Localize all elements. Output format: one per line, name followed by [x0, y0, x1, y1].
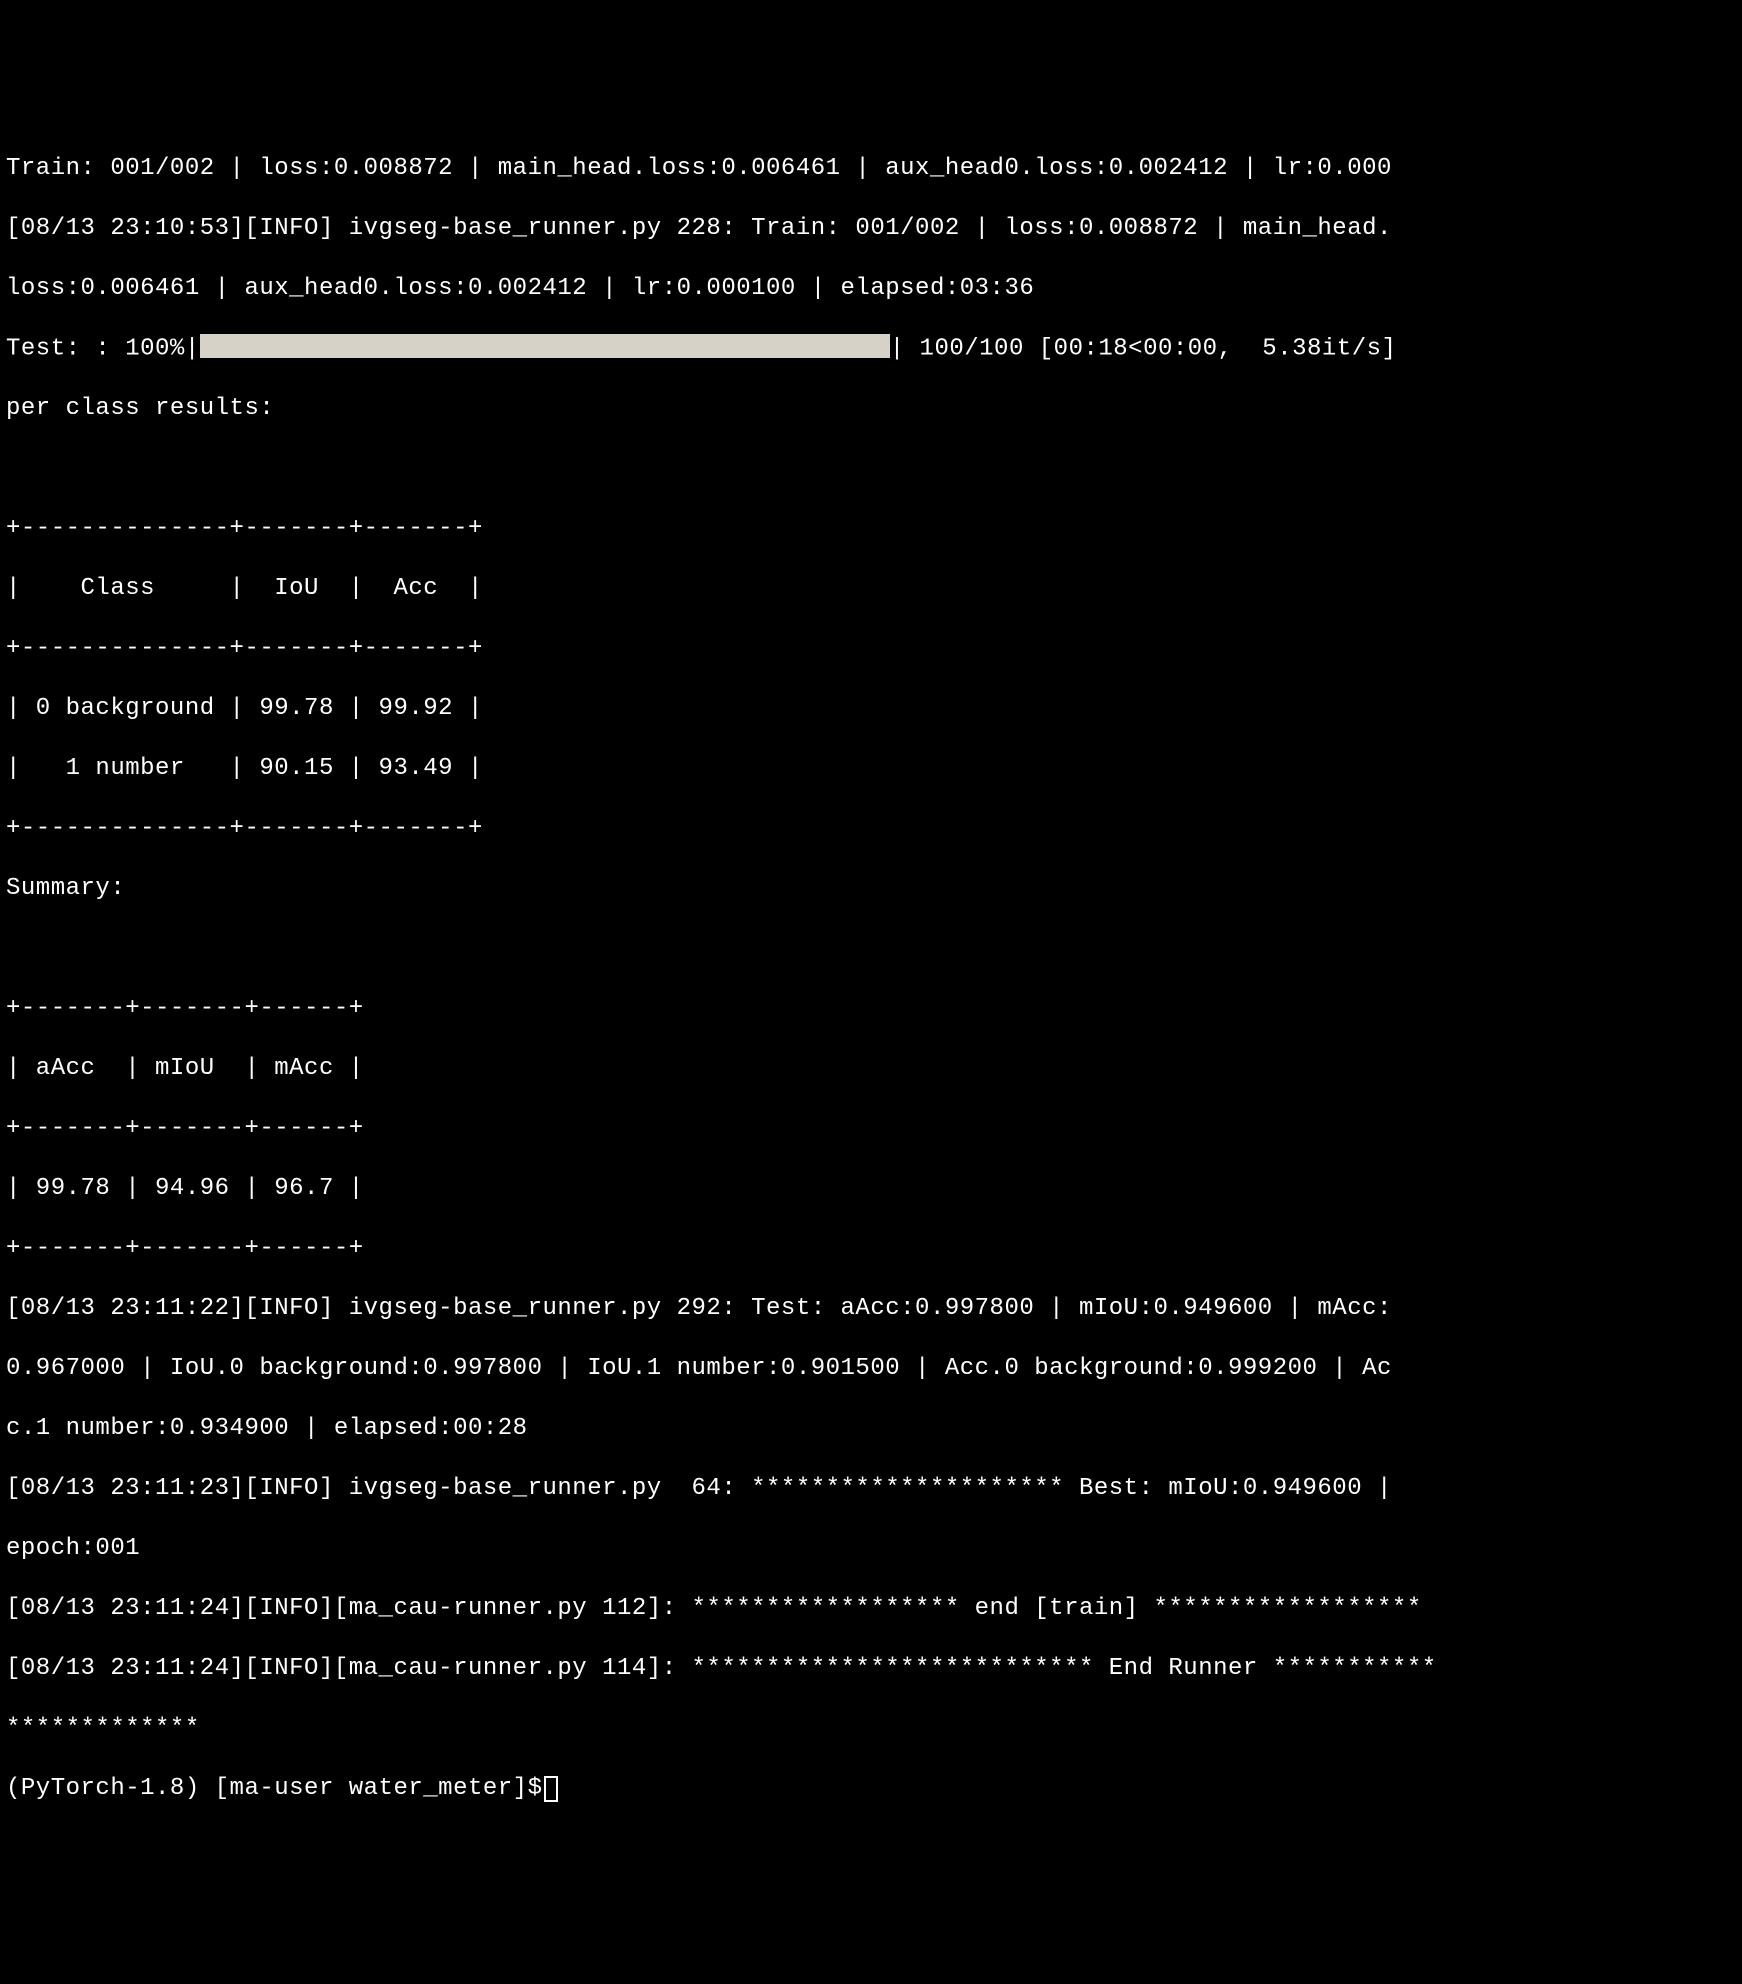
- table1-row1: | 0 background | 99.78 | 99.92 |: [6, 694, 1736, 724]
- log-line-end-train: [08/13 23:11:24][INFO][ma_cau-runner.py …: [6, 1594, 1736, 1624]
- log-line-info-train: [08/13 23:10:53][INFO] ivgseg-base_runne…: [6, 214, 1736, 244]
- cursor[interactable]: [544, 1776, 558, 1802]
- table2-row1: | 99.78 | 94.96 | 96.7 |: [6, 1174, 1736, 1204]
- table1-border-top: +--------------+-------+-------+: [6, 514, 1736, 544]
- blank-line-2: [6, 934, 1736, 964]
- progress-bar: [200, 334, 890, 358]
- progress-suffix: | 100/100 [00:18<00:00, 5.38it/s]: [890, 335, 1397, 362]
- table2-border-bottom: +-------+-------+------+: [6, 1234, 1736, 1264]
- log-line-test-info-cont1: 0.967000 | IoU.0 background:0.997800 | I…: [6, 1354, 1736, 1384]
- log-line-test-info: [08/13 23:11:22][INFO] ivgseg-base_runne…: [6, 1294, 1736, 1324]
- log-line-best: [08/13 23:11:23][INFO] ivgseg-base_runne…: [6, 1474, 1736, 1504]
- log-line-test-info-cont2: c.1 number:0.934900 | elapsed:00:28: [6, 1414, 1736, 1444]
- log-line-end-runner-cont: *************: [6, 1714, 1736, 1744]
- per-class-label: per class results:: [6, 394, 1736, 424]
- log-line-info-train-cont: loss:0.006461 | aux_head0.loss:0.002412 …: [6, 274, 1736, 304]
- shell-prompt: (PyTorch-1.8) [ma-user water_meter]$: [6, 1775, 542, 1802]
- log-line-end-runner: [08/13 23:11:24][INFO][ma_cau-runner.py …: [6, 1654, 1736, 1684]
- summary-label: Summary:: [6, 874, 1736, 904]
- progress-prefix: Test: : 100%|: [6, 335, 200, 362]
- table1-border-bottom: +--------------+-------+-------+: [6, 814, 1736, 844]
- terminal-output[interactable]: Train: 001/002 | loss:0.008872 | main_he…: [6, 124, 1736, 1834]
- table1-header: | Class | IoU | Acc |: [6, 574, 1736, 604]
- log-line-train: Train: 001/002 | loss:0.008872 | main_he…: [6, 154, 1736, 184]
- prompt-line: (PyTorch-1.8) [ma-user water_meter]$: [6, 1774, 1736, 1804]
- blank-line: [6, 454, 1736, 484]
- log-line-best-cont: epoch:001: [6, 1534, 1736, 1564]
- table2-border-mid: +-------+-------+------+: [6, 1114, 1736, 1144]
- table2-header: | aAcc | mIoU | mAcc |: [6, 1054, 1736, 1084]
- progress-line: Test: : 100%| | 100/100 [00:18<00:00, 5.3…: [6, 334, 1736, 364]
- table1-border-mid: +--------------+-------+-------+: [6, 634, 1736, 664]
- table1-row2: | 1 number | 90.15 | 93.49 |: [6, 754, 1736, 784]
- table2-border-top: +-------+-------+------+: [6, 994, 1736, 1024]
